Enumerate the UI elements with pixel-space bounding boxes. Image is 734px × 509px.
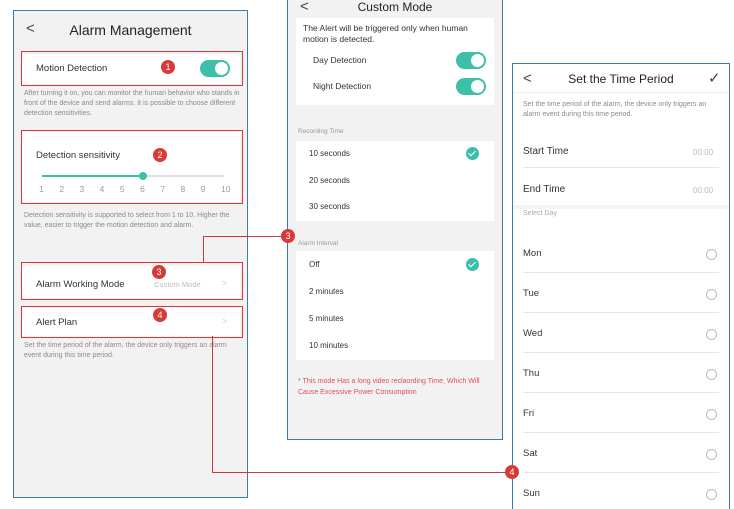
night-detection-toggle[interactable]: [456, 78, 486, 95]
day-label: Wed: [523, 328, 543, 339]
day-row[interactable]: Thu: [513, 355, 729, 393]
option-row[interactable]: 10 minutes: [296, 332, 494, 359]
connector-4-line: [212, 336, 214, 473]
option-row[interactable]: 30 seconds: [296, 194, 494, 221]
option-label: 10 seconds: [309, 149, 350, 159]
connector-badge-4: 4: [505, 465, 519, 479]
alarm-interval-card: Off 2 minutes 5 minutes 10 minutes: [296, 251, 494, 360]
alarm-interval-header: Alarm Interval: [298, 240, 339, 247]
day-radio[interactable]: [706, 289, 717, 300]
option-label: 5 minutes: [309, 313, 344, 323]
motion-description: After turning it on, you can monitor the…: [24, 90, 240, 117]
connector-3-line: [203, 236, 205, 262]
day-row[interactable]: Tue: [513, 275, 729, 313]
end-time-value[interactable]: 00:00: [693, 186, 713, 195]
check-icon: [466, 257, 479, 271]
option-row[interactable]: 5 minutes: [296, 305, 494, 332]
annotation-box-3: [21, 262, 243, 300]
check-icon: [466, 147, 479, 161]
start-time-label: Start Time: [523, 146, 569, 157]
annotation-box-1: [21, 51, 243, 86]
detection-card: The Alert will be triggered only when hu…: [296, 18, 494, 105]
connector-3-line: [203, 236, 289, 238]
power-warning: * This mode Has a long video reclaording…: [298, 378, 480, 396]
option-row[interactable]: 10 seconds: [296, 141, 494, 168]
day-label: Sun: [523, 488, 540, 499]
day-radio[interactable]: [706, 449, 717, 460]
annotation-badge-2: 2: [153, 148, 167, 162]
option-row[interactable]: Off: [296, 251, 494, 278]
custom-mode-screen: < Custom Mode The Alert will be triggere…: [287, 0, 503, 440]
night-detection-label: Night Detection: [313, 81, 372, 91]
day-radio[interactable]: [706, 329, 717, 340]
day-radio[interactable]: [706, 249, 717, 260]
day-label: Fri: [523, 408, 535, 419]
option-label: 30 seconds: [309, 202, 350, 212]
day-detection-toggle[interactable]: [456, 52, 486, 69]
alert-description: The Alert will be triggered only when hu…: [303, 23, 468, 44]
day-row[interactable]: Sun: [513, 475, 729, 509]
day-label: Sat: [523, 448, 538, 459]
day-radio[interactable]: [706, 409, 717, 420]
recording-time-header: Recording Time: [298, 128, 344, 135]
day-row[interactable]: Sat: [513, 435, 729, 473]
day-detection-label: Day Detection: [313, 55, 367, 65]
day-row[interactable]: Mon: [513, 235, 729, 273]
alert-plan-description: Set the time period of the alarm, the de…: [24, 342, 227, 359]
annotation-badge-3: 3: [152, 265, 166, 279]
page-title: Alarm Management: [69, 22, 192, 38]
option-row[interactable]: 2 minutes: [296, 278, 494, 305]
annotation-box-4: [21, 306, 243, 338]
annotation-badge-4: 4: [153, 308, 167, 322]
day-radio[interactable]: [706, 369, 717, 380]
select-day-header: Select Day: [523, 210, 557, 217]
option-label: Off: [309, 259, 320, 269]
option-label: 2 minutes: [309, 286, 344, 296]
option-label: 10 minutes: [309, 340, 349, 350]
confirm-button[interactable]: ✓: [708, 69, 721, 87]
day-row[interactable]: Fri: [513, 395, 729, 433]
time-period-screen: < Set the Time Period ✓ Set the time per…: [512, 63, 730, 509]
page-title: Set the Time Period: [568, 72, 674, 86]
option-row[interactable]: 20 seconds: [296, 168, 494, 195]
sensitivity-description: Detection sensitivity is supported to se…: [24, 212, 230, 229]
day-radio[interactable]: [706, 489, 717, 500]
recording-time-card: 10 seconds 20 seconds 30 seconds: [296, 141, 494, 221]
annotation-badge-1: 1: [161, 60, 175, 74]
annotation-box-2: [21, 130, 243, 204]
day-label: Tue: [523, 288, 540, 299]
day-label: Mon: [523, 248, 542, 259]
end-time-label: End Time: [523, 184, 566, 195]
option-label: 20 seconds: [309, 175, 350, 185]
time-period-description: Set the time period of the alarm, the de…: [523, 101, 707, 118]
day-row[interactable]: Wed: [513, 315, 729, 353]
start-time-value[interactable]: 00:00: [693, 148, 713, 157]
day-label: Thu: [523, 368, 540, 379]
connector-4-line: [212, 472, 508, 474]
connector-badge-3: 3: [281, 229, 295, 243]
page-title: Custom Mode: [357, 0, 433, 14]
